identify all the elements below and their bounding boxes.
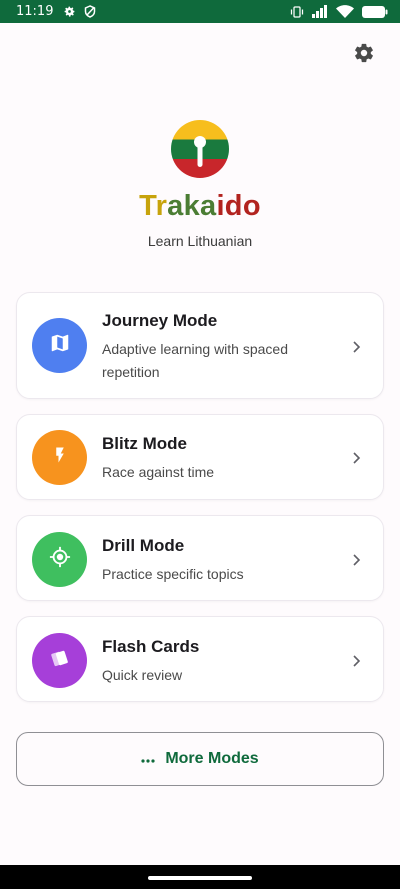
app-title-part-3: ido [216,190,261,222]
blitz-mode-description: Race against time [102,464,215,480]
lithuanian-flag-keyhole-logo [171,120,229,178]
flash-cards-card[interactable]: Flash Cards Quick review [16,616,384,702]
battery-icon [362,5,388,18]
chevron-right-icon [353,341,361,353]
journey-mode-description: Adaptive learning with spaced repetition [102,341,289,380]
drill-mode-description: Practice specific topics [102,566,244,582]
status-right-icons [290,5,388,18]
journey-mode-icon-circle [32,318,87,373]
chevron-right-icon [353,554,361,566]
flash-cards-title: Flash Cards [102,637,200,656]
map-icon [49,332,71,359]
app-subtitle: Learn Lithuanian [147,233,253,249]
drill-mode-icon-circle [32,532,87,587]
lightning-icon [51,445,69,470]
more-dots-icon [141,750,155,768]
wifi-icon [336,5,354,18]
blitz-mode-card[interactable]: Blitz Mode Race against time [16,414,384,500]
app-title-part-2: aka [167,190,217,222]
more-modes-button[interactable]: More Modes [16,732,384,786]
signal-icon [312,5,328,18]
home-indicator[interactable] [148,876,252,880]
status-left-icons [63,5,96,18]
blitz-mode-title: Blitz Mode [102,434,187,453]
vibrate-icon [290,5,304,18]
chevron-right-icon [353,655,361,667]
blitz-mode-icon-circle [32,430,87,485]
cards-icon [49,647,71,674]
gear-icon [353,42,375,69]
flash-cards-description: Quick review [102,667,183,683]
drill-mode-title: Drill Mode [102,536,185,555]
drill-mode-card[interactable]: Drill Mode Practice specific topics [16,515,384,601]
settings-button[interactable] [350,41,378,69]
app-title-part-1: Tr [139,190,168,222]
chevron-right-icon [353,452,361,464]
journey-mode-card[interactable]: Journey Mode Adaptive learning with spac… [16,292,384,399]
settings-icon [63,5,76,18]
target-icon [49,546,71,573]
flash-cards-icon-circle [32,633,87,688]
shield-icon [84,5,96,18]
app-title: Trakaido [0,190,400,223]
status-bar: 11:19 [0,0,400,23]
journey-mode-title: Journey Mode [102,311,218,330]
status-time: 11:19 [16,4,54,19]
app-logo [171,120,229,178]
more-modes-label: More Modes [165,750,259,767]
